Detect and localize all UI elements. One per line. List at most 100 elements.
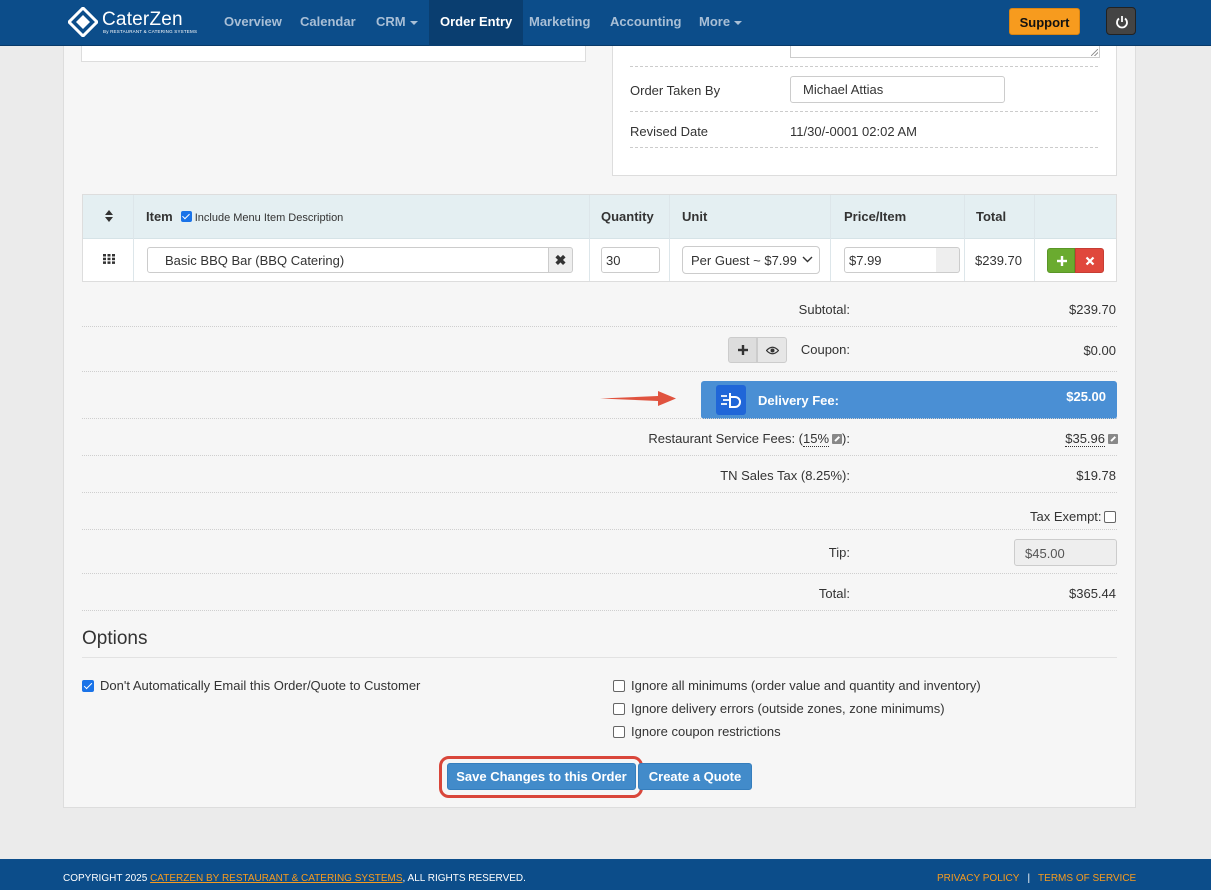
divider bbox=[82, 492, 1117, 493]
tip-input[interactable]: $45.00 bbox=[1014, 539, 1117, 566]
nav-crm-label: CRM bbox=[376, 14, 406, 29]
subtotal-label: Subtotal: bbox=[798, 302, 850, 317]
divider bbox=[82, 529, 1117, 530]
service-fee-percent[interactable]: 15% bbox=[803, 431, 830, 447]
terms-of-service-link[interactable]: TERMS OF SERVICE bbox=[1038, 873, 1136, 884]
delivery-fee-label: Delivery Fee: bbox=[758, 393, 839, 408]
view-coupon-button[interactable] bbox=[757, 337, 787, 363]
include-description-checkbox[interactable] bbox=[180, 211, 192, 222]
order-taken-by-label: Order Taken By bbox=[630, 83, 721, 98]
tax-exempt-checkbox[interactable] bbox=[1104, 511, 1116, 523]
column-divider bbox=[589, 195, 590, 281]
divider bbox=[82, 326, 1117, 327]
subtotal-value: $239.70 bbox=[1069, 302, 1116, 317]
privacy-policy-link[interactable]: PRIVACY POLICY bbox=[937, 873, 1019, 884]
create-quote-button[interactable]: Create a Quote bbox=[638, 763, 752, 790]
service-fee-value: $35.96 bbox=[1065, 431, 1118, 447]
column-divider bbox=[133, 195, 134, 281]
ignore-coupon-restrictions-checkbox[interactable] bbox=[613, 726, 625, 738]
plus-icon bbox=[738, 345, 748, 355]
delivery-fee-bar[interactable]: Delivery Fee: $25.00 bbox=[701, 381, 1117, 419]
column-divider bbox=[964, 195, 965, 281]
order-items-table: Item Include Menu Item Description Quanti… bbox=[82, 194, 1117, 282]
eye-icon bbox=[766, 346, 779, 355]
nav-more[interactable]: More bbox=[699, 0, 743, 46]
revised-date-value: 11/30/-0001 02:02 AM bbox=[790, 124, 917, 139]
save-changes-button[interactable]: Save Changes to this Order bbox=[447, 763, 636, 790]
quantity-input[interactable]: 30 bbox=[601, 247, 660, 273]
service-fee-amount[interactable]: $35.96 bbox=[1065, 431, 1105, 447]
nav-order-entry[interactable]: Order Entry bbox=[429, 0, 524, 46]
chevron-down-icon bbox=[409, 20, 418, 25]
add-item-button[interactable] bbox=[1047, 248, 1075, 273]
notes-textarea[interactable] bbox=[790, 46, 1100, 58]
delivery-fee-value: $25.00 bbox=[1066, 389, 1106, 404]
remove-item-button[interactable] bbox=[1075, 248, 1104, 273]
support-button[interactable]: Support bbox=[1009, 8, 1080, 35]
column-divider bbox=[1034, 195, 1035, 281]
divider bbox=[82, 657, 1117, 658]
total-header: Total bbox=[976, 209, 1007, 224]
copyright-text: COPYRIGHT 2025 CATERZEN BY RESTAURANT & … bbox=[63, 873, 526, 884]
tax-exempt-label: Tax Exempt: bbox=[1030, 509, 1102, 524]
order-taken-by-input[interactable]: Michael Attias bbox=[790, 76, 1005, 103]
include-description-label: Include Menu Item Description bbox=[194, 212, 344, 224]
edit-pencil-icon[interactable] bbox=[832, 434, 843, 444]
ignore-minimums-checkbox[interactable] bbox=[613, 680, 625, 692]
nav-overview[interactable]: Overview bbox=[224, 0, 282, 46]
quantity-header: Quantity bbox=[601, 209, 654, 224]
total-value: $365.44 bbox=[1069, 586, 1116, 601]
divider bbox=[630, 147, 1098, 148]
sort-icon[interactable] bbox=[105, 210, 113, 222]
column-divider bbox=[669, 195, 670, 281]
divider bbox=[630, 111, 1098, 112]
plus-icon bbox=[1057, 256, 1067, 266]
price-input[interactable]: $7.99 bbox=[844, 247, 938, 273]
ignore-delivery-errors-checkbox[interactable] bbox=[613, 703, 625, 715]
top-navbar: CaterZen By RESTAURANT & CATERING SYSTEM… bbox=[0, 0, 1211, 46]
brand-name: CaterZen bbox=[102, 9, 183, 30]
service-fee-label-pre: Restaurant Service Fees: ( bbox=[648, 431, 804, 446]
drag-grid-icon[interactable] bbox=[103, 254, 115, 264]
nav-marketing[interactable]: Marketing bbox=[529, 0, 590, 46]
tip-label: Tip: bbox=[828, 545, 850, 560]
service-fee-label: Restaurant Service Fees: (15%): bbox=[648, 431, 850, 447]
coupon-value: $0.00 bbox=[1083, 343, 1116, 358]
caterzen-logo-icon bbox=[68, 7, 98, 37]
coupon-label: Coupon: bbox=[800, 342, 850, 357]
edit-pencil-icon[interactable] bbox=[1108, 434, 1118, 444]
nav-more-label: More bbox=[699, 14, 731, 29]
item-header-label: Item bbox=[146, 209, 173, 224]
divider bbox=[630, 66, 1098, 67]
add-coupon-button[interactable] bbox=[728, 337, 757, 363]
remove-icon bbox=[1085, 256, 1095, 266]
power-icon bbox=[1116, 16, 1128, 29]
price-header: Price/Item bbox=[844, 209, 907, 224]
caterzen-link[interactable]: CATERZEN BY RESTAURANT & CATERING SYSTEM… bbox=[150, 873, 402, 884]
nav-accounting[interactable]: Accounting bbox=[610, 0, 682, 46]
logout-button[interactable] bbox=[1106, 7, 1136, 35]
row-total: $239.70 bbox=[975, 253, 1022, 268]
brand-subtitle: By RESTAURANT & CATERING SYSTEMS bbox=[103, 29, 198, 34]
no-auto-email-checkbox[interactable] bbox=[82, 680, 94, 692]
ignore-coupon-restrictions-label: Ignore coupon restrictions bbox=[631, 724, 781, 739]
item-name-input[interactable]: Basic BBQ Bar (BBQ Catering) bbox=[147, 247, 550, 273]
caterzen-logo[interactable]: CaterZen By RESTAURANT & CATERING SYSTEM… bbox=[68, 7, 198, 37]
no-auto-email-label: Don't Automatically Email this Order/Quo… bbox=[100, 678, 421, 693]
resize-grip-icon[interactable] bbox=[1091, 49, 1098, 56]
copyright-prefix: COPYRIGHT 2025 bbox=[63, 873, 151, 884]
chevron-down-icon bbox=[734, 20, 743, 25]
divider bbox=[82, 455, 1117, 456]
coupon-buttons bbox=[728, 337, 788, 363]
divider bbox=[82, 610, 1117, 611]
unit-select-value: Per Guest ~ $7.99 bbox=[691, 253, 797, 268]
total-label: Total: bbox=[818, 586, 850, 601]
price-addon bbox=[936, 247, 960, 273]
unit-select[interactable]: Per Guest ~ $7.99 bbox=[682, 246, 820, 274]
clear-item-button[interactable]: ✖ bbox=[548, 247, 573, 273]
nav-crm[interactable]: CRM bbox=[376, 0, 418, 46]
chevron-down-icon bbox=[802, 256, 813, 263]
unit-header: Unit bbox=[682, 209, 708, 224]
divider bbox=[82, 371, 1117, 372]
nav-calendar[interactable]: Calendar bbox=[300, 0, 356, 46]
